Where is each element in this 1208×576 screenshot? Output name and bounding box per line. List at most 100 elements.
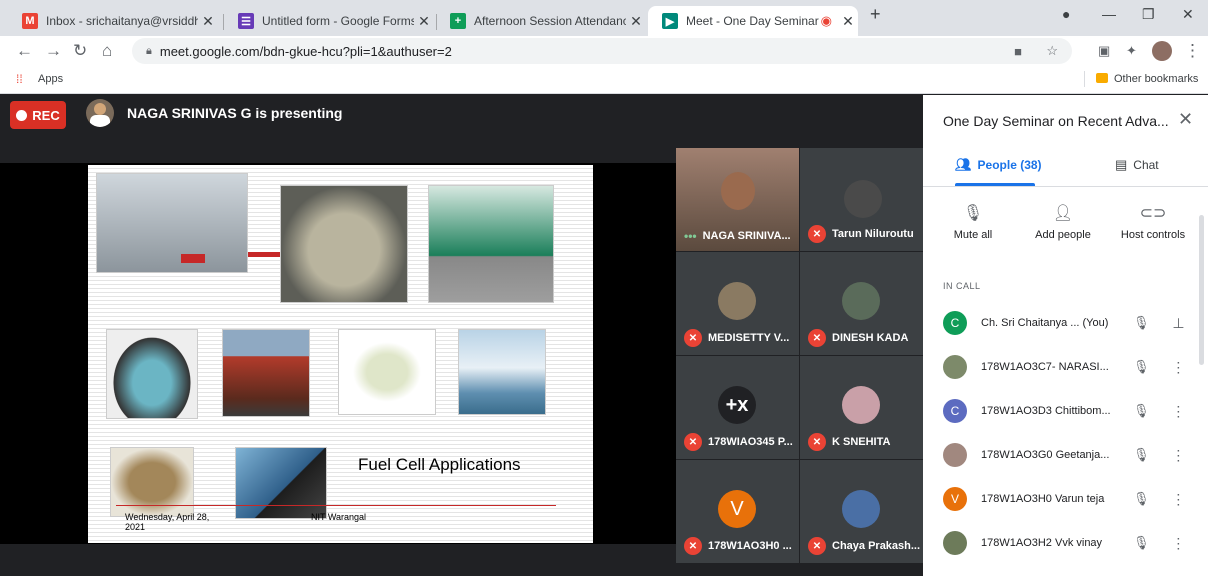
avatar	[943, 443, 967, 467]
participant-row[interactable]: 178W1AO3C7- NARASI... 🎙︎ ⋮	[943, 345, 1193, 389]
puzzle-icon[interactable]: ✦	[1126, 43, 1137, 59]
slide-date: Wednesday, April 28, 2021	[125, 512, 210, 532]
participant-row[interactable]: C 178W1AO3D3 Chittibom... 🎙︎ ⋮	[943, 389, 1193, 433]
avatar[interactable]	[1152, 41, 1172, 61]
star-icon[interactable]: ☆	[1046, 43, 1058, 59]
participant-tile[interactable]: ••• NAGA SRINIVA...	[676, 148, 799, 251]
gmail-icon: M	[22, 13, 38, 29]
participant-name: ✕ 178WIAO345 P...	[684, 433, 793, 451]
close-icon[interactable]: ✕	[838, 13, 858, 30]
sheets-icon: +	[450, 13, 466, 29]
home-icon[interactable]: ⌂	[102, 41, 112, 61]
scooter-image	[106, 329, 198, 419]
participant-tile[interactable]: ✕ Tarun Niluroutu	[800, 148, 923, 251]
more-options-icon[interactable]: ⋮	[1164, 491, 1193, 508]
avatar: C	[943, 399, 967, 423]
minimize-button[interactable]: —	[1102, 6, 1116, 22]
avatar	[721, 172, 755, 210]
avatar	[943, 355, 967, 379]
folder-icon	[1096, 73, 1108, 83]
back-icon[interactable]: ←	[16, 41, 33, 61]
slide-footer: NIT Warangal	[311, 512, 367, 522]
camera-icon[interactable]: ■	[1014, 44, 1022, 59]
reload-icon[interactable]: ↻	[73, 41, 87, 61]
bus-image	[428, 185, 554, 303]
participant-tile[interactable]: V ✕ 178W1AO3H0 ...	[676, 460, 799, 563]
participant-row[interactable]: V 178W1AO3H0 Varun teja 🎙︎ ⋮	[943, 477, 1193, 521]
forward-icon[interactable]: →	[45, 41, 62, 61]
more-options-icon[interactable]: ⋮	[1164, 403, 1193, 420]
add-people-button[interactable]: 👤︎ Add people	[1023, 203, 1103, 241]
meeting-title: One Day Seminar on Recent Adva...	[943, 113, 1169, 129]
tab-chat[interactable]: ▤ Chat	[1115, 157, 1159, 173]
laptop-image	[235, 447, 327, 519]
extension-icon[interactable]: ▣	[1098, 43, 1110, 59]
participant-name: 178W1AO3H2 Vvk vinay	[981, 537, 1103, 549]
tab-title: Afternoon Session Attendance -	[474, 14, 626, 28]
participant-tile[interactable]: +x ✕ 178WIAO345 P...	[676, 356, 799, 459]
tab-people[interactable]: 👥︎ People (38)	[955, 157, 1042, 173]
close-window-button[interactable]: ✕	[1182, 6, 1194, 23]
close-icon[interactable]: ✕	[414, 13, 434, 30]
mic-off-icon: ✕	[684, 433, 702, 451]
section-label: IN CALL	[943, 281, 981, 291]
presentation-slide: Fuel Cell Applications Wednesday, April …	[88, 165, 593, 543]
tab-title: Meet - One Day Seminar on	[686, 14, 821, 28]
participant-row[interactable]: 178W1AO3G0 Geetanja... 🎙︎ ⋮	[943, 433, 1193, 477]
mic-off-icon[interactable]: 🎙︎	[1127, 315, 1156, 331]
bookmark-other[interactable]: Other bookmarks	[1114, 73, 1198, 85]
avatar	[943, 531, 967, 555]
apps-icon[interactable]: ⁞⁞	[16, 72, 23, 86]
browser-tab-strip: M Inbox - srichaitanya@vrsiddharth ✕ ☰ U…	[0, 0, 1208, 36]
close-icon[interactable]: ✕	[626, 13, 646, 30]
toggle-icon: ⊂⊃	[1139, 205, 1167, 222]
mic-off-icon[interactable]: 🎙︎	[1127, 403, 1156, 419]
tab-gmail[interactable]: M Inbox - srichaitanya@vrsiddharth ✕	[8, 6, 218, 36]
avatar	[86, 99, 114, 127]
mic-off-icon[interactable]: 🎙︎	[1127, 491, 1156, 507]
mic-off-icon[interactable]: 🎙︎	[1127, 447, 1156, 463]
more-options-icon[interactable]: ⋮	[1164, 535, 1193, 552]
meet-icon: ▶	[662, 13, 678, 29]
maximize-button[interactable]: ❐	[1142, 6, 1155, 23]
tab-forms[interactable]: ☰ Untitled form - Google Forms ✕	[224, 6, 434, 36]
participant-name: ✕ 178W1AO3H0 ...	[684, 537, 792, 555]
participant-name: Ch. Sri Chaitanya ... (You)	[981, 317, 1109, 329]
tab-sheets[interactable]: + Afternoon Session Attendance - ✕	[436, 6, 646, 36]
close-icon[interactable]: ✕	[1178, 109, 1193, 130]
account-icon[interactable]: ●	[1062, 6, 1070, 22]
avatar: C	[943, 311, 967, 335]
mic-off-icon[interactable]: 🎙︎	[1127, 535, 1156, 551]
more-options-icon[interactable]: ⋮	[1164, 359, 1193, 376]
participant-tile[interactable]: ✕ MEDISETTY V...	[676, 252, 799, 355]
avatar	[718, 282, 756, 320]
address-bar[interactable]: 🔒︎ meet.google.com/bdn-gkue-hcu?pli=1&au…	[132, 38, 1072, 64]
people-panel: One Day Seminar on Recent Adva... ✕ 👥︎ P…	[923, 95, 1208, 576]
pin-icon[interactable]: ⊥	[1164, 315, 1193, 332]
mic-off-icon[interactable]: 🎙︎	[1127, 359, 1156, 375]
mute-all-button[interactable]: 🎙︎ Mute all	[933, 203, 1013, 241]
participant-tile[interactable]: ✕ K SNEHITA	[800, 356, 923, 459]
mic-off-icon: ✕	[808, 433, 826, 451]
bookmark-apps[interactable]: Apps	[38, 73, 63, 85]
participant-row[interactable]: 178W1AO3H2 Vvk vinay 🎙︎ ⋮	[943, 521, 1193, 565]
scrollbar[interactable]	[1199, 215, 1204, 365]
presenting-label: NAGA SRINIVAS G is presenting	[127, 105, 343, 121]
participant-name: ✕ DINESH KADA	[808, 329, 908, 347]
more-options-icon[interactable]: ⋮	[1164, 447, 1193, 464]
participant-name: ✕ K SNEHITA	[808, 433, 890, 451]
new-tab-button[interactable]: +	[870, 4, 881, 25]
lock-icon: 🔒︎	[146, 44, 152, 57]
tab-meet[interactable]: ▶ Meet - One Day Seminar on ◉ ✕	[648, 6, 858, 36]
close-icon[interactable]: ✕	[198, 13, 218, 30]
people-icon: 👥︎	[955, 157, 972, 172]
participant-row[interactable]: C Ch. Sri Chaitanya ... (You) 🎙︎ ⊥	[943, 301, 1193, 345]
fuel-cell-plant-image	[96, 173, 248, 273]
fuel-cell-stack-image	[110, 447, 194, 517]
participant-tile[interactable]: ✕ DINESH KADA	[800, 252, 923, 355]
car-image	[280, 185, 408, 303]
host-controls-button[interactable]: ⊂⊃ Host controls	[1113, 203, 1193, 241]
menu-icon[interactable]: ⋮	[1184, 41, 1201, 61]
participant-tile[interactable]: ✕ Chaya Prakash...	[800, 460, 923, 563]
participant-name: 178W1AO3H0 Varun teja	[981, 493, 1105, 505]
